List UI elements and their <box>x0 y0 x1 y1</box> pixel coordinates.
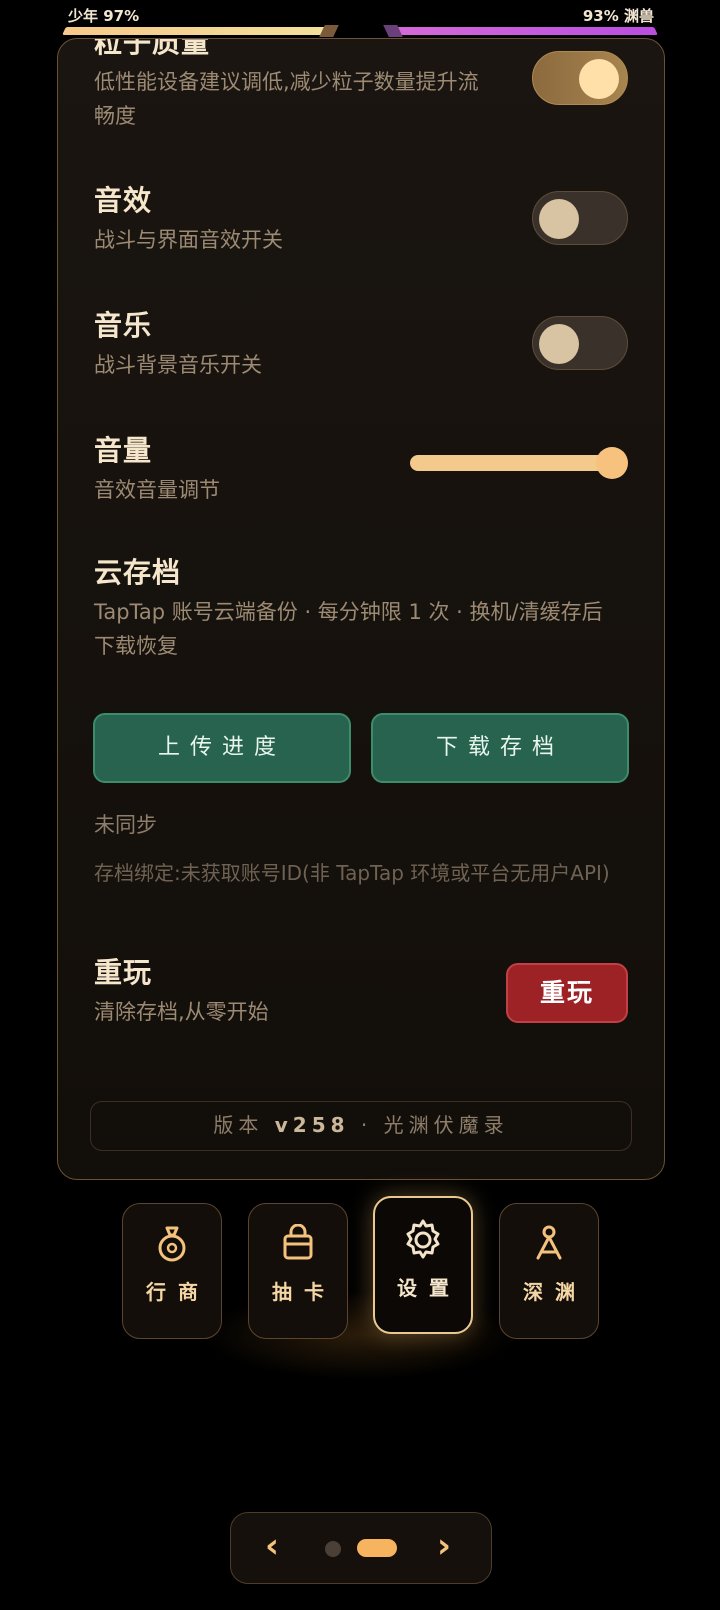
setting-particles-desc: 低性能设备建议调低,减少粒子数量提升流畅度 <box>94 70 479 128</box>
bind-status: 存档绑定:未获取账号ID(非 TapTap 环境或平台无用户API) <box>94 861 610 885</box>
version-number: v258 <box>274 1113 350 1137</box>
nav-settings-label: 设置 <box>397 1276 461 1300</box>
page-dot-1[interactable] <box>325 1541 341 1557</box>
money-bag-icon <box>158 1226 186 1262</box>
toggle-knob <box>579 59 619 99</box>
download-save-button[interactable]: 下载存档 <box>371 713 629 783</box>
settings-panel: 粒子质量 低性能设备建议调低,减少粒子数量提升流畅度 音效 战斗与界面音效开关 … <box>57 38 665 1180</box>
nav-abyss[interactable]: 深渊 <box>499 1203 599 1339</box>
upload-progress-button[interactable]: 上传进度 <box>93 713 351 783</box>
setting-cloud-title: 云存档 <box>94 556 182 589</box>
gift-box-icon <box>283 1223 313 1260</box>
setting-cloud-desc: TapTap 账号云端备份 · 每分钟限 1 次 · 换机/清缓存后下载恢复 <box>94 600 603 658</box>
setting-replay: 重玩 清除存档,从零开始 重玩 <box>94 951 628 1029</box>
sync-status: 未同步 <box>94 813 157 837</box>
player-hp-label: 少年 97% <box>68 7 140 25</box>
nav-abyss-label: 深渊 <box>523 1280 587 1304</box>
toggle-knob <box>539 199 579 239</box>
abyss-icon <box>536 1225 562 1260</box>
version-suffix: · 光渊伏魔录 <box>360 1113 509 1137</box>
sfx-toggle[interactable] <box>532 191 628 245</box>
page-dot-2-active[interactable] <box>357 1539 397 1557</box>
battle-status-bar: 少年 97% 93% 渊兽 <box>0 0 720 40</box>
version-footer: 版本 v258 · 光渊伏魔录 <box>90 1101 632 1151</box>
enemy-hp-label: 93% 渊兽 <box>582 7 654 25</box>
setting-particles: 粒子质量 低性能设备建议调低,减少粒子数量提升流畅度 <box>94 39 628 133</box>
prev-page-arrow[interactable]: ‹ <box>265 1526 279 1566</box>
gear-icon <box>406 1219 440 1259</box>
nav-merchant-label: 行商 <box>146 1280 210 1304</box>
nav-gacha-label: 抽卡 <box>272 1280 336 1304</box>
setting-sfx: 音效 战斗与界面音效开关 <box>94 179 628 257</box>
setting-volume: 音量 音效音量调节 <box>94 429 628 507</box>
toggle-knob <box>539 324 579 364</box>
nav-settings[interactable]: 设置 <box>373 1196 473 1334</box>
volume-slider-handle[interactable] <box>596 447 628 479</box>
setting-music: 音乐 战斗背景音乐开关 <box>94 304 628 382</box>
setting-cloud-save: 云存档 TapTap 账号云端备份 · 每分钟限 1 次 · 换机/清缓存后下载… <box>94 551 628 663</box>
enemy-hp-bar <box>386 27 658 35</box>
player-hp-bar <box>62 27 334 35</box>
next-page-arrow[interactable]: › <box>437 1526 451 1566</box>
nav-merchant[interactable]: 行商 <box>122 1203 222 1339</box>
replay-button[interactable]: 重玩 <box>506 963 628 1023</box>
page-switcher: ‹ › <box>230 1512 492 1584</box>
volume-slider-track[interactable] <box>410 455 624 471</box>
setting-volume-desc: 音效音量调节 <box>94 478 220 502</box>
particles-toggle[interactable] <box>532 51 628 105</box>
nav-gacha[interactable]: 抽卡 <box>248 1203 348 1339</box>
version-prefix: 版本 <box>213 1113 264 1137</box>
music-toggle[interactable] <box>532 316 628 370</box>
